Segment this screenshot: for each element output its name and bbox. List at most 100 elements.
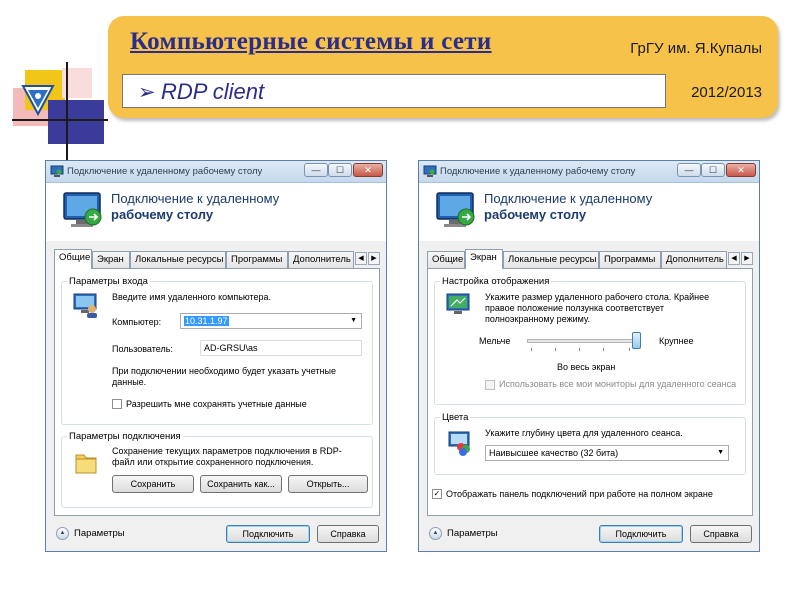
connection-description: Сохранение текущих параметров подключени… [112, 446, 342, 467]
tab-display[interactable]: Экран [465, 249, 503, 269]
slider-tick [629, 348, 630, 351]
help-button[interactable]: Справка [317, 525, 379, 543]
university-name: ГрГУ им. Я.Купалы [630, 40, 762, 57]
open-button[interactable]: Открыть... [288, 475, 368, 493]
bullet-arrow-icon: ➢ [138, 80, 156, 104]
slider-tick [579, 348, 580, 351]
connection-settings-group: Параметры подключения Сохранение текущих… [61, 431, 373, 508]
remote-desktop-icon [436, 192, 475, 227]
user-value: AD-GRSU\as [204, 343, 258, 353]
save-button[interactable]: Сохранить [112, 475, 194, 493]
display-size-icon [446, 293, 470, 314]
user-label: Пользователь: [112, 344, 173, 354]
titlebar[interactable]: Подключение к удаленному рабочему столу … [46, 161, 386, 183]
tab-scroll-left-icon[interactable]: ◀ [728, 252, 740, 265]
tab-general[interactable]: Общие [427, 251, 465, 268]
maximize-button[interactable]: ☐ [701, 163, 725, 177]
folder-icon [75, 454, 97, 474]
login-settings-group: Параметры входа Введите имя удаленного к… [61, 276, 373, 425]
minimize-button[interactable]: — [304, 163, 328, 177]
show-connection-bar-checkbox[interactable]: ✓ [432, 489, 442, 499]
computer-label: Компьютер: [112, 317, 162, 327]
tab-strip: Общие Экран Локальные ресурсы Программы … [54, 249, 380, 269]
options-label[interactable]: Параметры [74, 528, 125, 539]
colors-group: Цвета Укажите глубину цвета для удаленно… [434, 412, 746, 475]
options-arrow-icon[interactable]: ▲ [429, 527, 442, 540]
display-size-slider-track[interactable] [527, 339, 641, 343]
decor-line [12, 119, 108, 121]
use-all-monitors-checkbox[interactable] [485, 380, 495, 390]
display-description: Укажите размер удаленного рабочего стола… [485, 292, 710, 324]
display-size-slider-thumb[interactable] [632, 332, 641, 349]
group-label: Настройка отображения [440, 276, 552, 287]
rdp-app-icon [50, 165, 64, 177]
credentials-note: При подключении необходимо будет указать… [112, 366, 336, 387]
decor-line [66, 62, 68, 160]
connect-button[interactable]: Подключить [226, 525, 310, 543]
save-credentials-checkbox[interactable] [112, 399, 122, 409]
tab-panel-general: Параметры входа Введите имя удаленного к… [54, 268, 380, 516]
tab-panel-display: Настройка отображения Укажите размер уда… [427, 268, 753, 516]
remote-desktop-icon [63, 192, 102, 227]
academic-year: 2012/2013 [691, 84, 762, 101]
tab-advanced[interactable]: Дополнитель [288, 251, 354, 268]
rdp-dialog-general: Подключение к удаленному рабочему столу … [45, 160, 387, 552]
computer-value: 10.31.1.97 [184, 316, 229, 326]
titlebar[interactable]: Подключение к удаленному рабочему столу … [419, 161, 759, 183]
options-arrow-icon[interactable]: ▲ [56, 527, 69, 540]
color-depth-select[interactable]: Наивысшее качество (32 бита) ▼ [485, 445, 729, 461]
header-title-line1: Подключение к удаленному [484, 191, 653, 206]
computer-combobox[interactable]: 10.31.1.97 ▼ [180, 313, 362, 329]
tab-scroll-left-icon[interactable]: ◀ [355, 252, 367, 265]
header-title-line2: рабочему столу [111, 207, 214, 222]
group-label: Параметры подключения [67, 431, 183, 442]
slider-tick [555, 348, 556, 351]
tab-strip: Общие Экран Локальные ресурсы Программы … [427, 249, 753, 269]
tab-programs[interactable]: Программы [599, 251, 661, 268]
group-label: Параметры входа [67, 276, 150, 287]
tab-display[interactable]: Экран [92, 251, 130, 268]
minimize-button[interactable]: — [677, 163, 701, 177]
user-field: AD-GRSU\as [200, 340, 362, 356]
slider-tick [603, 348, 604, 351]
header-title-line1: Подключение к удаленному [111, 191, 280, 206]
slider-tick [531, 348, 532, 351]
header-title-line2: рабочему столу [484, 207, 587, 222]
slider-min-label: Мельче [479, 336, 511, 346]
options-label[interactable]: Параметры [447, 528, 498, 539]
tab-general[interactable]: Общие [54, 249, 92, 269]
tab-scroll-right-icon[interactable]: ▶ [368, 252, 380, 265]
display-settings-group: Настройка отображения Укажите размер уда… [434, 276, 746, 405]
color-depth-icon [448, 431, 470, 456]
dropdown-arrow-icon[interactable]: ▼ [717, 446, 724, 460]
maximize-button[interactable]: ☐ [328, 163, 352, 177]
dialog-header: Подключение к удаленному рабочему столу [419, 183, 759, 241]
topic-title: RDP client [161, 79, 265, 104]
save-credentials-label[interactable]: Разрешить мне сохранять учетные данные [126, 399, 307, 409]
connect-button[interactable]: Подключить [599, 525, 683, 543]
tab-scroll-right-icon[interactable]: ▶ [741, 252, 753, 265]
group-label: Цвета [440, 412, 471, 423]
computer-user-icon [73, 293, 97, 318]
rdp-dialog-display: Подключение к удаленному рабочему столу … [418, 160, 760, 552]
login-prompt: Введите имя удаленного компьютера. [112, 292, 272, 302]
color-depth-value: Наивысшее качество (32 бита) [489, 448, 619, 458]
colors-description: Укажите глубину цвета для удаленного сеа… [485, 428, 683, 438]
dropdown-arrow-icon[interactable]: ▼ [350, 314, 357, 328]
tab-local-resources[interactable]: Локальные ресурсы [503, 251, 599, 268]
slider-max-label: Крупнее [659, 336, 694, 346]
help-button[interactable]: Справка [690, 525, 752, 543]
tab-local-resources[interactable]: Локальные ресурсы [130, 251, 226, 268]
university-logo-icon [21, 85, 55, 116]
show-connection-bar-label[interactable]: Отображать панель подключений при работе… [446, 489, 713, 499]
tab-programs[interactable]: Программы [226, 251, 288, 268]
close-button[interactable]: ✕ [726, 163, 756, 177]
slide-banner: Компьютерные системы и сети ГрГУ им. Я.К… [108, 16, 778, 118]
save-as-button[interactable]: Сохранить как... [200, 475, 282, 493]
window-title: Подключение к удаленному рабочему столу [67, 166, 263, 177]
slide-title: Компьютерные системы и сети [130, 28, 492, 55]
close-button[interactable]: ✕ [353, 163, 383, 177]
topic-box: ➢ RDP client [122, 74, 666, 108]
tab-advanced[interactable]: Дополнитель [661, 251, 727, 268]
use-all-monitors-label[interactable]: Использовать все мои мониторы для удален… [499, 379, 739, 389]
